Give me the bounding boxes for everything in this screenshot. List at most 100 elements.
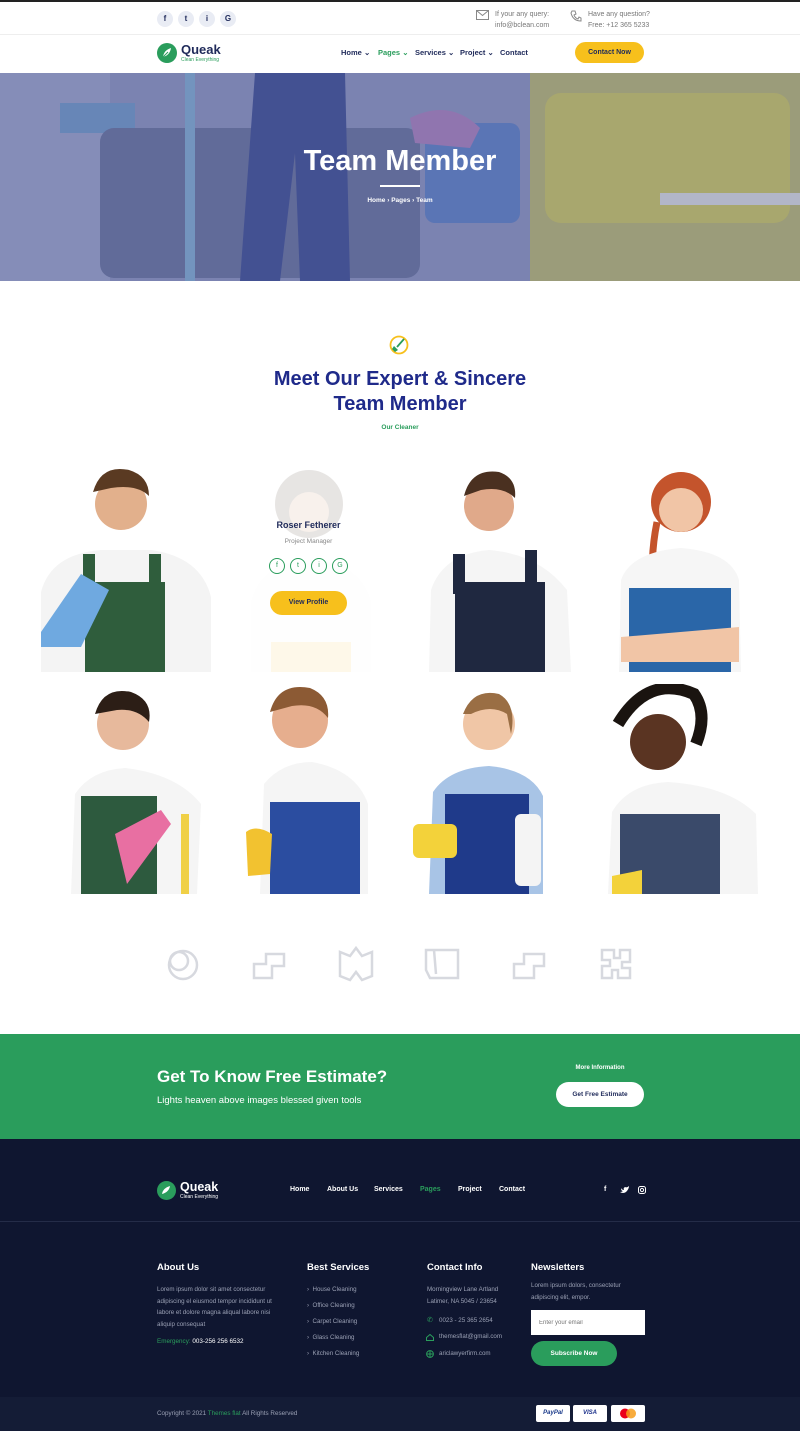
team-member-card[interactable] — [411, 684, 581, 894]
team-member-card[interactable] — [226, 684, 396, 894]
team-member-card[interactable] — [598, 684, 768, 894]
google-icon[interactable]: G — [220, 11, 236, 27]
team-member-card[interactable] — [41, 462, 211, 672]
nav-pages-label: Pages — [378, 48, 401, 57]
estimate-subtitle: Lights heaven above images blessed given… — [157, 1095, 362, 1106]
nav-services[interactable]: Services ⌄ — [415, 48, 454, 57]
phone-icon: ✆ — [427, 1317, 433, 1324]
partner-logo-4[interactable] — [422, 944, 462, 984]
twitter-icon[interactable]: t — [290, 558, 306, 574]
get-free-estimate-button[interactable]: Get Free Estimate — [556, 1082, 644, 1107]
facebook-icon[interactable]: f — [157, 11, 173, 27]
footer-email[interactable]: themesflat@gmail.com — [439, 1331, 502, 1343]
footer-about-text: Lorem ipsum dolor sit amet consectetur a… — [157, 1286, 272, 1328]
footer-service-link[interactable]: › House Cleaning — [307, 1286, 357, 1293]
visa-icon: VISA — [573, 1405, 607, 1422]
mastercard-icon: MC — [611, 1405, 645, 1422]
main-navigation: Queak Clean Everything Home ⌄ Pages ⌄ Se… — [0, 35, 800, 73]
chevron-down-icon: ⌄ — [402, 48, 409, 57]
brand-name[interactable]: Queak — [181, 42, 221, 57]
partner-logo-2[interactable] — [250, 944, 290, 984]
breadcrumb-home[interactable]: Home — [367, 197, 385, 204]
facebook-icon[interactable]: f — [269, 558, 285, 574]
service-link-label: House Cleaning — [312, 1286, 357, 1293]
chevron-right-icon: › — [412, 197, 415, 204]
emergency-phone[interactable]: 003-256 256 6532 — [192, 1338, 243, 1345]
chevron-down-icon: ⌄ — [487, 48, 494, 57]
question-phone[interactable]: Free: +12 365 5233 — [588, 20, 650, 31]
footer-nav-contact[interactable]: Contact — [499, 1186, 525, 1193]
service-link-label: Office Cleaning — [312, 1302, 355, 1309]
nav-pages[interactable]: Pages ⌄ — [378, 48, 409, 57]
footer-brand-tagline: Clean Everything — [180, 1194, 219, 1200]
copyright-brand-link[interactable]: Themes flat — [208, 1410, 241, 1417]
copyright-bar — [0, 1397, 800, 1431]
paypal-icon: PayPal — [536, 1405, 570, 1422]
nav-project[interactable]: Project ⌄ — [460, 48, 494, 57]
chevron-down-icon: ⌄ — [363, 48, 371, 57]
breadcrumb-pages[interactable]: Pages — [391, 197, 410, 204]
view-profile-button[interactable]: View Profile — [270, 591, 347, 615]
partner-logo-5[interactable] — [510, 944, 550, 984]
team-member-photo — [246, 687, 368, 894]
more-information-label: More Information — [575, 1065, 625, 1071]
copyright-text: Copyright © 2021 Themes flat All Rights … — [157, 1410, 297, 1417]
footer-twitter-icon[interactable] — [620, 1186, 629, 1194]
chevron-right-icon: › — [307, 1286, 310, 1293]
footer-nav-project[interactable]: Project — [458, 1186, 482, 1193]
copyright-suffix: All Rights Reserved — [242, 1410, 298, 1417]
brand-logo-icon[interactable] — [157, 43, 177, 63]
footer-nav-about[interactable]: About Us — [327, 1186, 358, 1193]
partner-logo-6[interactable] — [596, 944, 636, 984]
twitter-icon[interactable]: t — [178, 11, 194, 27]
newsletter-email-input[interactable] — [531, 1310, 645, 1335]
section-subtitle: Our Cleaner — [381, 424, 419, 431]
nav-contact[interactable]: Contact — [500, 48, 528, 57]
nav-contact-label: Contact — [500, 48, 528, 57]
contact-now-button[interactable]: Contact Now — [575, 42, 644, 63]
footer-service-link[interactable]: › Carpet Cleaning — [307, 1318, 357, 1325]
team-member-photo — [429, 471, 571, 672]
footer-nav-services[interactable]: Services — [374, 1186, 403, 1193]
instagram-icon[interactable]: i — [199, 11, 215, 27]
query-info: If your any query: info@bclean.com — [495, 9, 549, 31]
subscribe-now-button[interactable]: Subscribe Now — [531, 1341, 617, 1366]
team-member-card[interactable] — [421, 462, 591, 672]
service-link-label: Kitchen Cleaning — [312, 1350, 360, 1357]
query-email[interactable]: info@bclean.com — [495, 20, 549, 31]
nav-home[interactable]: Home ⌄ — [341, 48, 370, 57]
footer-service-link[interactable]: › Glass Cleaning — [307, 1334, 354, 1341]
featured-member-role: Project Manager — [284, 538, 333, 545]
footer-logo-icon[interactable] — [157, 1181, 176, 1200]
section-title: Meet Our Expert & Sincere Team Member — [0, 367, 800, 417]
google-icon[interactable]: G — [332, 558, 348, 574]
featured-member-name[interactable]: Roser Fetherer — [231, 520, 386, 530]
team-member-card[interactable] — [51, 684, 221, 894]
footer-service-link[interactable]: › Kitchen Cleaning — [307, 1350, 359, 1357]
footer-brand-name[interactable]: Queak — [180, 1180, 218, 1194]
brand-tagline: Clean Everything — [181, 57, 220, 63]
instagram-icon[interactable]: i — [311, 558, 327, 574]
team-member-photo — [608, 684, 758, 894]
footer-phone[interactable]: 0023 - 25 365 2654 — [439, 1315, 493, 1327]
team-member-card[interactable] — [611, 462, 781, 672]
title-divider — [380, 185, 420, 187]
footer-address: Morningview Lane Artland Latimer, NA 504… — [427, 1286, 499, 1305]
footer-nav-pages[interactable]: Pages — [420, 1186, 441, 1193]
footer-nav-home[interactable]: Home — [290, 1186, 309, 1193]
mail-icon — [476, 10, 489, 20]
footer-website[interactable]: ariclawyerfirm.com — [439, 1348, 491, 1360]
footer-facebook-icon[interactable]: f — [604, 1186, 606, 1193]
footer-service-link[interactable]: › Office Cleaning — [307, 1302, 355, 1309]
footer-newsletter-heading: Newsletters — [531, 1262, 585, 1273]
team-member-card-featured[interactable]: Roser Fetherer Project Manager f t i G V… — [231, 462, 401, 672]
partner-logo-3[interactable] — [336, 944, 376, 984]
team-member-photo — [619, 472, 741, 672]
footer-instagram-icon[interactable] — [638, 1186, 646, 1194]
chevron-right-icon: › — [307, 1334, 310, 1341]
phone-icon — [570, 10, 582, 22]
footer-contact-heading: Contact Info — [427, 1262, 483, 1273]
nav-services-label: Services — [415, 48, 446, 57]
partner-logo-1[interactable] — [164, 944, 204, 984]
question-info: Have any question? Free: +12 365 5233 — [588, 9, 650, 31]
